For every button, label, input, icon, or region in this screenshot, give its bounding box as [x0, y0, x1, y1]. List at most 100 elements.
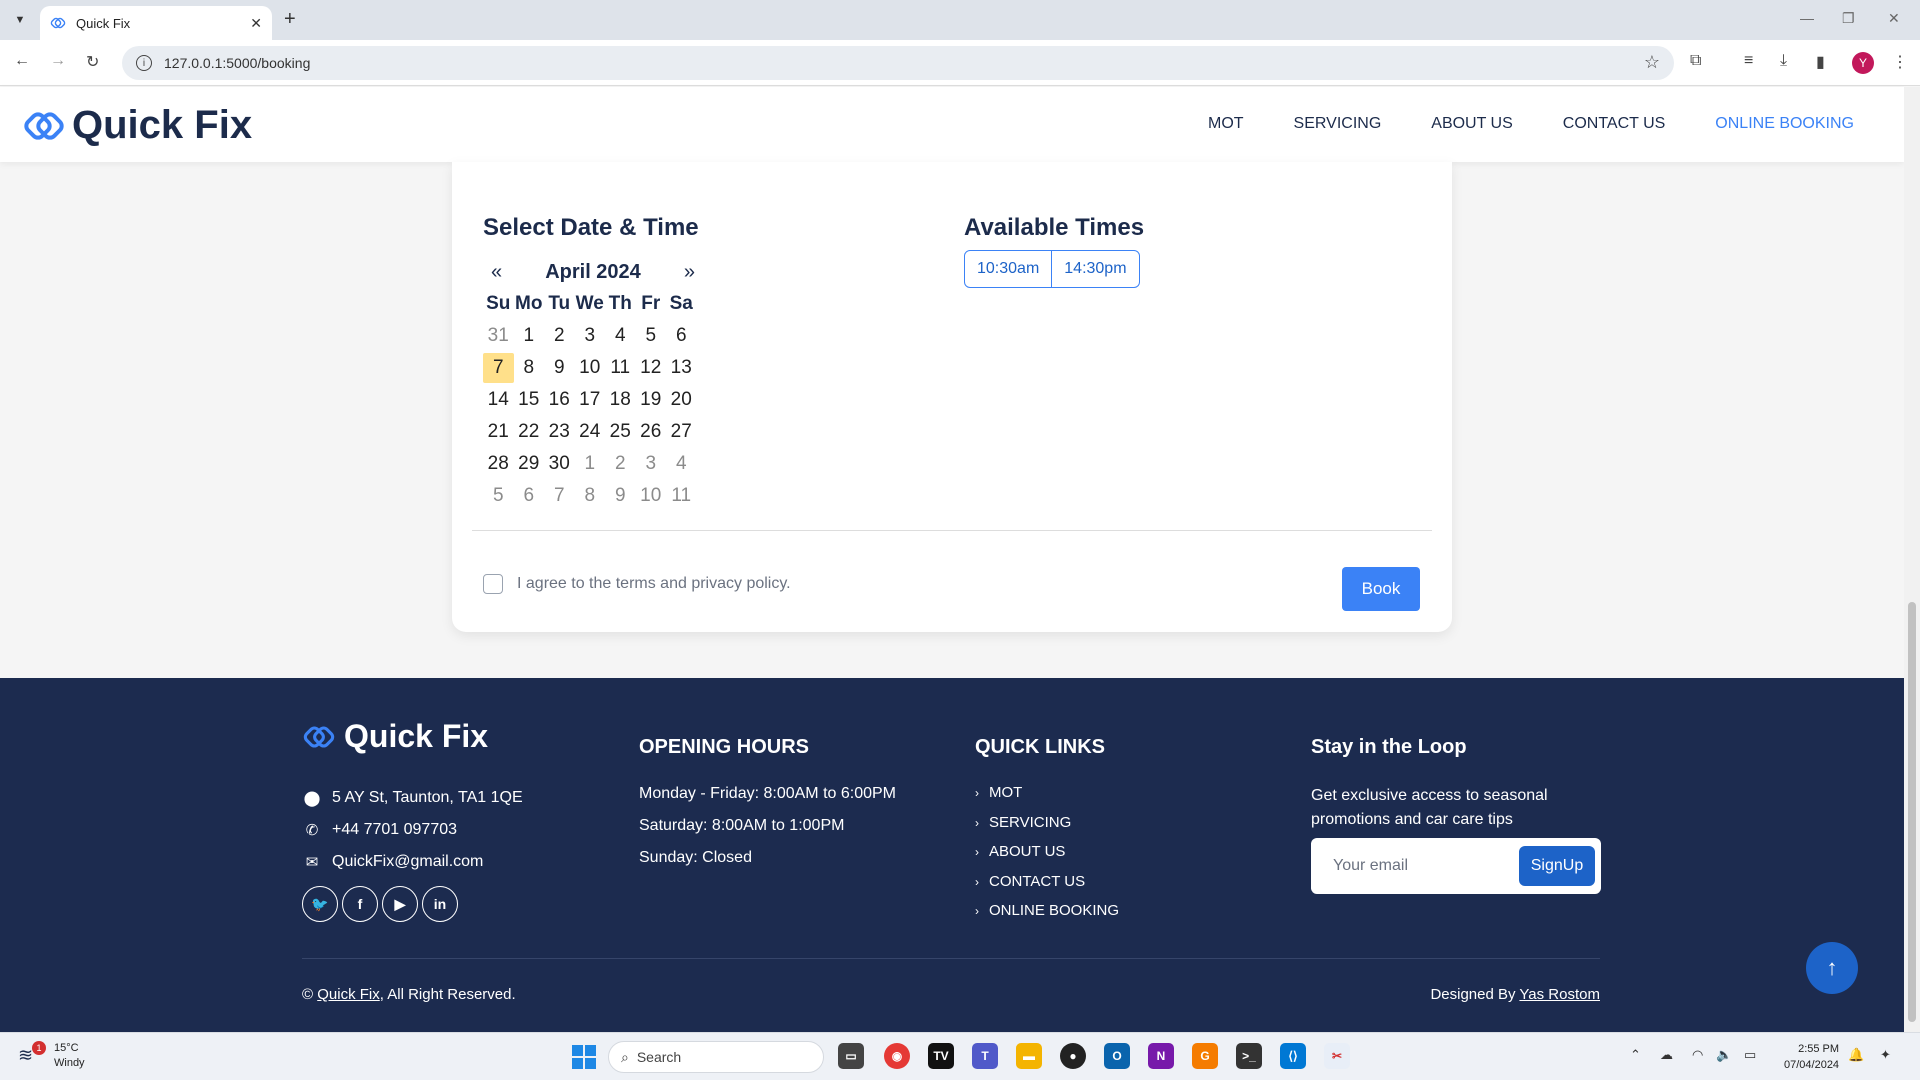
- facebook-icon[interactable]: f: [342, 886, 378, 922]
- calendar-day[interactable]: 23: [544, 416, 575, 448]
- calendar-day[interactable]: 10: [575, 352, 606, 384]
- reload-icon[interactable]: ↻: [86, 52, 99, 72]
- wifi-icon[interactable]: ◠: [1692, 1047, 1703, 1063]
- calendar-day[interactable]: 3: [575, 320, 606, 352]
- file-explorer-icon[interactable]: ▬: [1016, 1043, 1042, 1069]
- address-bar[interactable]: i 127.0.0.1:5000/booking ☆: [122, 46, 1674, 80]
- calendar-day[interactable]: 9: [544, 352, 575, 384]
- signup-button[interactable]: SignUp: [1519, 846, 1595, 886]
- minimize-icon[interactable]: —: [1800, 10, 1814, 26]
- notification-bell-icon[interactable]: 🔔: [1848, 1047, 1864, 1063]
- close-window-icon[interactable]: ✕: [1888, 10, 1900, 27]
- calendar-day[interactable]: 21: [483, 416, 514, 448]
- calendar-day[interactable]: 26: [636, 416, 667, 448]
- calendar-day-outside[interactable]: 5: [483, 480, 514, 512]
- close-tab-icon[interactable]: ✕: [250, 15, 262, 32]
- task-view-icon[interactable]: ▭: [838, 1043, 864, 1069]
- menu-kebab-icon[interactable]: ⋮: [1892, 52, 1908, 72]
- new-tab-plus-icon[interactable]: +: [284, 8, 296, 31]
- calendar-day-outside[interactable]: 4: [666, 448, 697, 480]
- calendar-day[interactable]: 1: [514, 320, 545, 352]
- footer-link-mot[interactable]: › MOT: [975, 784, 1119, 814]
- calendar-day[interactable]: 8: [514, 352, 545, 384]
- page-scrollbar[interactable]: [1904, 87, 1920, 1032]
- calendar-day-outside[interactable]: 1: [575, 448, 606, 480]
- next-month-button[interactable]: »: [684, 261, 695, 284]
- calendar-day-outside[interactable]: 3: [636, 448, 667, 480]
- calendar-day[interactable]: 28: [483, 448, 514, 480]
- calendar-day[interactable]: 12: [636, 352, 667, 384]
- download-icon[interactable]: ⤓: [1780, 52, 1787, 70]
- calendar-day[interactable]: 20: [666, 384, 697, 416]
- extensions-puzzle-icon[interactable]: ⧉: [1690, 52, 1701, 70]
- snipping-tool-icon[interactable]: ✂: [1324, 1043, 1350, 1069]
- newsletter-email-input[interactable]: [1323, 848, 1503, 884]
- youtube-icon[interactable]: ▶: [382, 886, 418, 922]
- windows-start-icon[interactable]: [572, 1045, 596, 1069]
- calendar-day-outside[interactable]: 6: [514, 480, 545, 512]
- calendar-day[interactable]: 29: [514, 448, 545, 480]
- weather-widget[interactable]: ≋ 1 15°C Windy: [18, 1041, 85, 1071]
- footer-link-about-us[interactable]: › ABOUT US: [975, 843, 1119, 873]
- calendar-day[interactable]: 13: [666, 352, 697, 384]
- nav-about-us[interactable]: ABOUT US: [1431, 115, 1513, 133]
- profile-avatar[interactable]: Y: [1852, 52, 1874, 74]
- calendar-day[interactable]: 15: [514, 384, 545, 416]
- calendar-day-outside[interactable]: 8: [575, 480, 606, 512]
- nav-online-booking[interactable]: ONLINE BOOKING: [1715, 115, 1854, 133]
- calendar-day[interactable]: 24: [575, 416, 606, 448]
- tab-list-chevron-icon[interactable]: ▼: [6, 8, 34, 32]
- calendar-day[interactable]: 16: [544, 384, 575, 416]
- calendar-day-outside[interactable]: 7: [544, 480, 575, 512]
- nav-contact-us[interactable]: CONTACT US: [1563, 115, 1666, 133]
- calendar-day[interactable]: 25: [605, 416, 636, 448]
- brand-logo[interactable]: Quick Fix: [22, 103, 252, 148]
- time-slot-button[interactable]: 10:30am: [964, 250, 1053, 288]
- calendar-day[interactable]: 2: [544, 320, 575, 352]
- time-slot-button[interactable]: 14:30pm: [1052, 250, 1140, 288]
- calendar-day[interactable]: 19: [636, 384, 667, 416]
- alien-app-icon[interactable]: ●: [1060, 1043, 1086, 1069]
- calendar-day[interactable]: 30: [544, 448, 575, 480]
- calendar-day[interactable]: 6: [666, 320, 697, 352]
- terms-checkbox[interactable]: [483, 574, 503, 594]
- calendar-day-outside[interactable]: 31: [483, 320, 514, 352]
- taskbar-search[interactable]: ⌕ Search: [608, 1041, 824, 1073]
- calendar-day-outside[interactable]: 11: [666, 480, 697, 512]
- nav-mot[interactable]: MOT: [1208, 115, 1244, 133]
- calendar-day[interactable]: 18: [605, 384, 636, 416]
- prev-month-button[interactable]: «: [491, 261, 502, 284]
- forward-arrow-icon[interactable]: →: [50, 52, 66, 70]
- teams-icon[interactable]: T: [972, 1043, 998, 1069]
- footer-link-servicing[interactable]: › SERVICING: [975, 814, 1119, 844]
- designer-link[interactable]: Yas Rostom: [1519, 986, 1600, 1003]
- chrome-icon[interactable]: ◉: [884, 1043, 910, 1069]
- calendar-day[interactable]: 5: [636, 320, 667, 352]
- calendar-day[interactable]: 14: [483, 384, 514, 416]
- bookmark-star-icon[interactable]: ☆: [1644, 52, 1660, 73]
- nav-servicing[interactable]: SERVICING: [1294, 115, 1382, 133]
- browser-tab[interactable]: Quick Fix ✕: [40, 6, 272, 40]
- terminal-icon[interactable]: >_: [1236, 1043, 1262, 1069]
- calendar-day-outside[interactable]: 10: [636, 480, 667, 512]
- calendar-day[interactable]: 22: [514, 416, 545, 448]
- media-control-icon[interactable]: ≡: [1744, 52, 1753, 70]
- footer-link-online-booking[interactable]: › ONLINE BOOKING: [975, 902, 1119, 932]
- calendar-day[interactable]: 27: [666, 416, 697, 448]
- tradingview-icon[interactable]: TV: [928, 1043, 954, 1069]
- vscode-icon[interactable]: ⟨⟩: [1280, 1043, 1306, 1069]
- calendar-day-outside[interactable]: 2: [605, 448, 636, 480]
- calendar-day-outside[interactable]: 9: [605, 480, 636, 512]
- side-panel-icon[interactable]: ▮: [1816, 52, 1825, 72]
- office-app-icon[interactable]: G: [1192, 1043, 1218, 1069]
- outlook-icon[interactable]: O: [1104, 1043, 1130, 1069]
- twitter-icon[interactable]: 🐦: [302, 886, 338, 922]
- site-info-icon[interactable]: i: [136, 55, 152, 71]
- footer-link-contact-us[interactable]: › CONTACT US: [975, 873, 1119, 903]
- calendar-day[interactable]: 17: [575, 384, 606, 416]
- tray-chevron-up-icon[interactable]: ⌃: [1630, 1047, 1641, 1063]
- copilot-icon[interactable]: ✦: [1880, 1047, 1891, 1063]
- copyright-link[interactable]: Quick Fix: [317, 986, 380, 1003]
- calendar-day[interactable]: 4: [605, 320, 636, 352]
- footer-brand-logo[interactable]: Quick Fix: [302, 718, 488, 755]
